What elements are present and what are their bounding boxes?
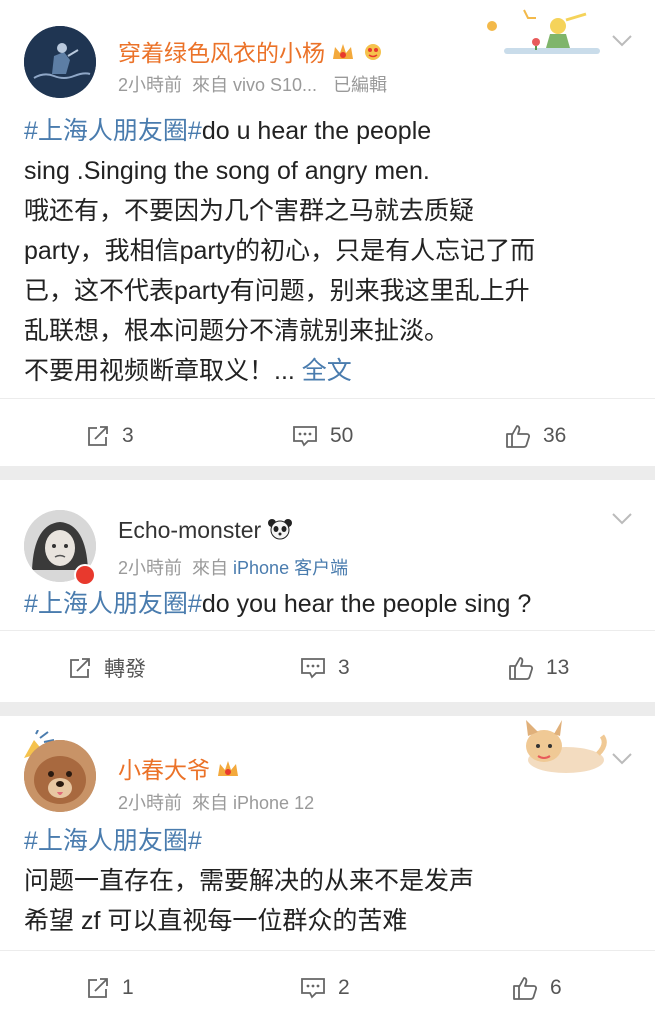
repost-button[interactable]: 3: [86, 399, 134, 473]
post-content: #上海人朋友圈# 问题一直存在，需要解决的从来不是发声 希望 zf 可以直视每一…: [24, 821, 633, 941]
chevron-down-icon[interactable]: [611, 34, 633, 48]
like-button[interactable]: 6: [512, 951, 562, 1024]
action-bar: 轉發 3 13: [0, 630, 655, 704]
like-button[interactable]: 36: [505, 399, 566, 473]
username[interactable]: 小春大爷: [118, 751, 240, 786]
action-bar: 3 50 36: [0, 398, 655, 472]
weibo-feed: 穿着绿色风衣的小杨 2小時前 來自 vivo S10... 已編輯 #上海人朋友圈#…: [0, 0, 655, 1024]
like-button[interactable]: 13: [508, 631, 569, 705]
repost-icon: [70, 658, 90, 678]
avatar[interactable]: [24, 26, 96, 98]
post-card[interactable]: 穿着绿色风衣的小杨 2小時前 來自 vivo S10... 已編輯 #上海人朋友圈#…: [0, 0, 655, 466]
post-meta: 2小時前 來自 iPhone 客户端: [118, 558, 349, 578]
repost-icon: [88, 426, 108, 446]
cartoon-dog-decoration-icon: [526, 720, 607, 773]
verified-badge-icon: [74, 564, 96, 586]
comment-button[interactable]: 50: [292, 399, 353, 473]
comment-icon: [301, 978, 325, 999]
flower-badge-icon: [361, 41, 385, 69]
thumbs-up-icon: [509, 657, 534, 680]
username[interactable]: 穿着绿色风衣的小杨: [118, 34, 385, 69]
hashtag-link[interactable]: #上海人朋友圈#: [24, 821, 633, 861]
post-card[interactable]: 小春大爷 2小時前 來自 iPhone 12 #上海人朋友圈# 问题一直存在，需要…: [0, 716, 655, 1024]
hashtag-link[interactable]: #上海人朋友圈#: [24, 117, 202, 145]
post-meta: 2小時前 來自 iPhone 12: [118, 793, 315, 813]
action-bar: 1 2 6: [0, 950, 655, 1024]
comment-button[interactable]: 3: [300, 631, 350, 705]
comment-icon: [301, 658, 325, 679]
read-more-link[interactable]: 全文: [302, 357, 352, 385]
comment-icon: [293, 426, 317, 447]
repost-button[interactable]: 轉發: [68, 631, 146, 705]
avatar[interactable]: [24, 740, 96, 812]
repost-icon: [88, 978, 108, 998]
thumbs-up-icon: [506, 425, 531, 448]
post-content: #上海人朋友圈#do you hear the people sing ?: [24, 590, 532, 618]
post-card[interactable]: Echo-monster 2小時前 來自 iPhone 客户端 #上海人朋友圈#d…: [0, 480, 655, 702]
post-meta: 2小時前 來自 vivo S10... 已編輯: [118, 75, 388, 95]
thumbs-up-icon: [513, 977, 538, 1000]
comment-button[interactable]: 2: [300, 951, 350, 1024]
username[interactable]: Echo-monster: [118, 517, 293, 546]
repost-button[interactable]: 1: [86, 951, 134, 1024]
chevron-down-icon[interactable]: [611, 512, 633, 526]
chevron-down-icon[interactable]: [611, 752, 633, 766]
source-link[interactable]: iPhone 客户端: [233, 558, 348, 578]
crown-badge-icon: [331, 41, 355, 69]
panda-emoji-icon: [267, 518, 293, 546]
post-content: #上海人朋友圈#do u hear the people sing .Singi…: [24, 117, 536, 385]
crown-badge-icon: [216, 758, 240, 786]
hashtag-link[interactable]: #上海人朋友圈#: [24, 590, 202, 618]
little-prince-decoration-icon: [487, 9, 600, 54]
